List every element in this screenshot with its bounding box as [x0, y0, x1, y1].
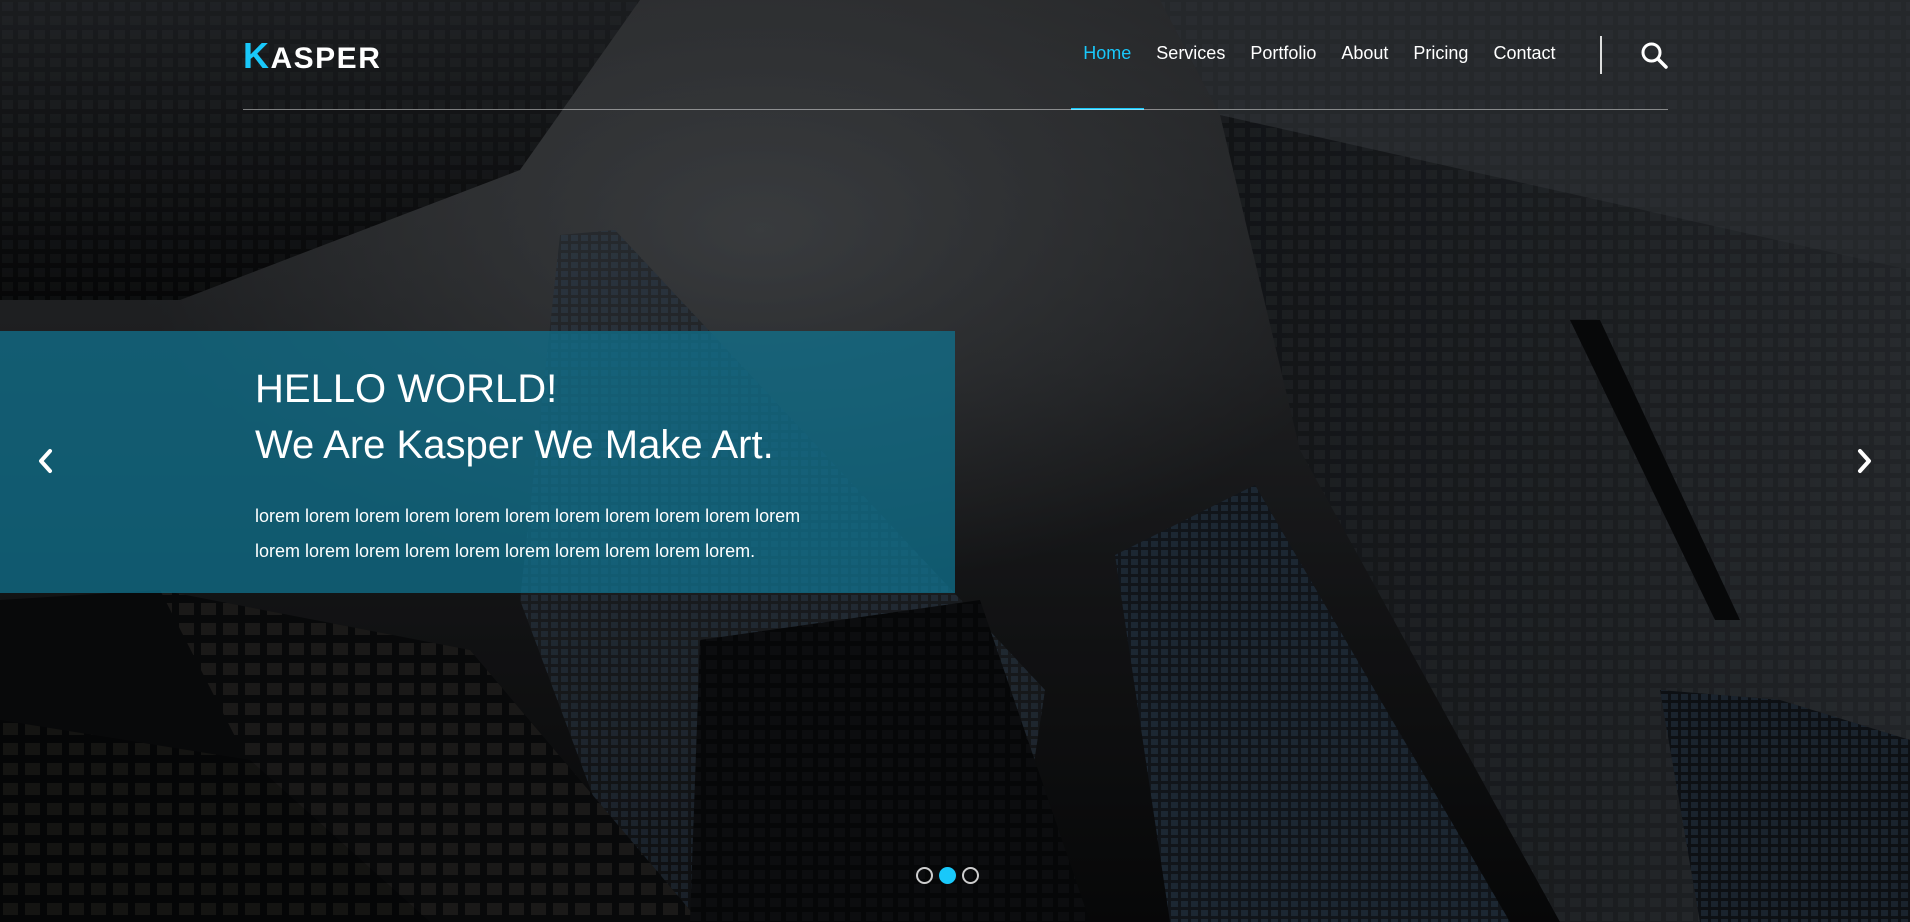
- prev-slide-button[interactable]: [31, 446, 61, 476]
- slider-dot-3[interactable]: [962, 867, 979, 884]
- slide-title: HELLO WORLD! We Are Kasper We Make Art.: [255, 361, 774, 473]
- nav-link-pricing[interactable]: Pricing: [1401, 0, 1481, 110]
- slide-title-line2: We Are Kasper We Make Art.: [255, 423, 774, 467]
- nav-link-portfolio-label: Portfolio: [1250, 42, 1317, 63]
- nav-link-pricing-label: Pricing: [1413, 42, 1469, 63]
- header-divider: [243, 109, 1668, 110]
- nav-link-home-label: Home: [1083, 42, 1132, 63]
- kasper-logo[interactable]: KASPER: [243, 36, 381, 79]
- slide-description-line2: lorem lorem lorem lorem lorem lorem lore…: [255, 541, 756, 561]
- slide-description-line1: lorem lorem lorem lorem lorem lorem lore…: [255, 506, 801, 526]
- chevron-left-icon: [39, 449, 52, 473]
- nav-link-about-label: About: [1341, 42, 1389, 63]
- nav-link-services-label: Services: [1156, 42, 1226, 63]
- chevron-right-icon: [1858, 449, 1871, 473]
- nav-link-contact[interactable]: Contact: [1481, 0, 1568, 110]
- slider-pagination: [916, 867, 979, 884]
- logo-accent-letter: K: [243, 35, 271, 76]
- slider-dot-1[interactable]: [916, 867, 933, 884]
- main-nav: Home Services Portfolio About Pricing Co…: [1070, 0, 1568, 110]
- next-slide-button[interactable]: [1849, 446, 1879, 476]
- slider-dot-2[interactable]: [939, 867, 956, 884]
- slide-description: lorem lorem lorem lorem lorem lorem lore…: [255, 499, 855, 569]
- hero-slider: KASPER Home Services Portfolio About Pri…: [0, 0, 1910, 922]
- slide-title-line1: HELLO WORLD!: [255, 367, 558, 411]
- nav-link-home[interactable]: Home: [1070, 0, 1144, 110]
- search-icon: [1641, 42, 1668, 69]
- slide-caption: HELLO WORLD! We Are Kasper We Make Art. …: [0, 331, 955, 593]
- nav-link-services[interactable]: Services: [1144, 0, 1238, 110]
- nav-link-portfolio[interactable]: Portfolio: [1238, 0, 1329, 110]
- site-header: KASPER Home Services Portfolio About Pri…: [243, 0, 1668, 110]
- nav-link-contact-label: Contact: [1493, 42, 1556, 63]
- search-button[interactable]: [1600, 36, 1668, 74]
- nav-link-about[interactable]: About: [1329, 0, 1401, 110]
- logo-text: ASPER: [270, 42, 382, 75]
